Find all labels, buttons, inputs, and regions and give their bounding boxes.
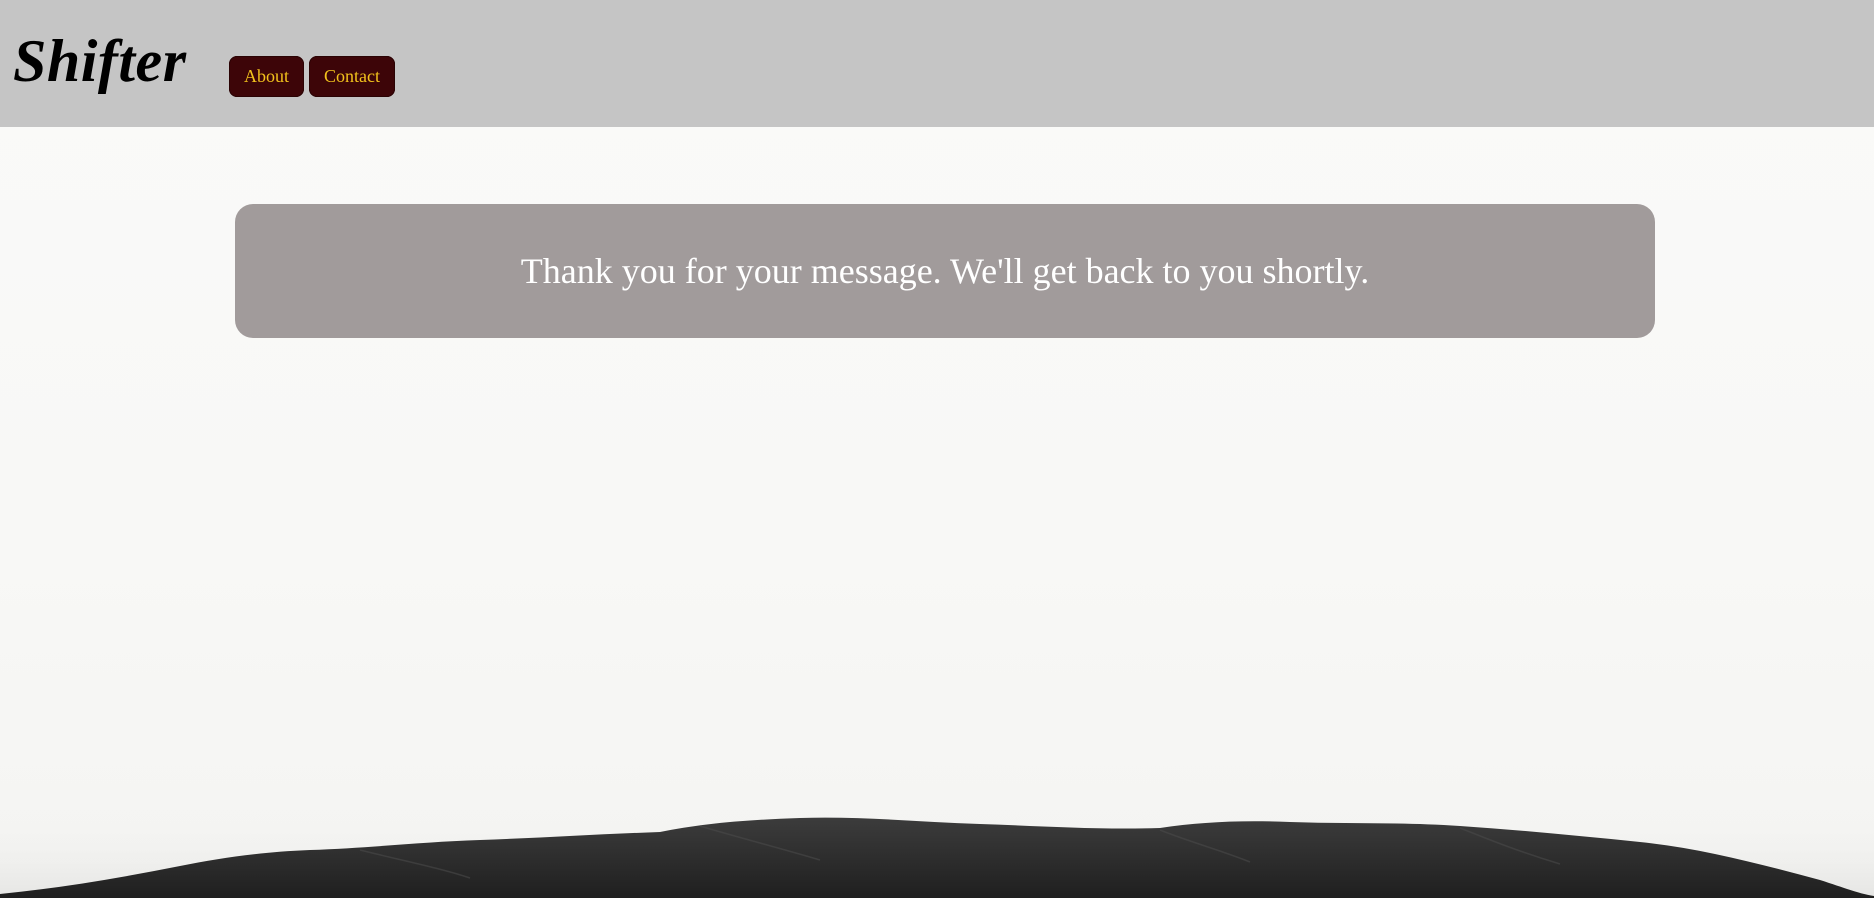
confirmation-message-box: Thank you for your message. We'll get ba… bbox=[235, 204, 1655, 338]
nav-contact-button[interactable]: Contact bbox=[309, 56, 395, 97]
site-logo-title[interactable]: Shifter bbox=[13, 22, 187, 100]
main-nav: About Contact bbox=[229, 56, 395, 97]
site-header: Shifter About Contact bbox=[0, 0, 1874, 127]
confirmation-message-text: Thank you for your message. We'll get ba… bbox=[520, 251, 1370, 291]
dune-landscape-image bbox=[0, 808, 1874, 898]
nav-about-button[interactable]: About bbox=[229, 56, 304, 97]
